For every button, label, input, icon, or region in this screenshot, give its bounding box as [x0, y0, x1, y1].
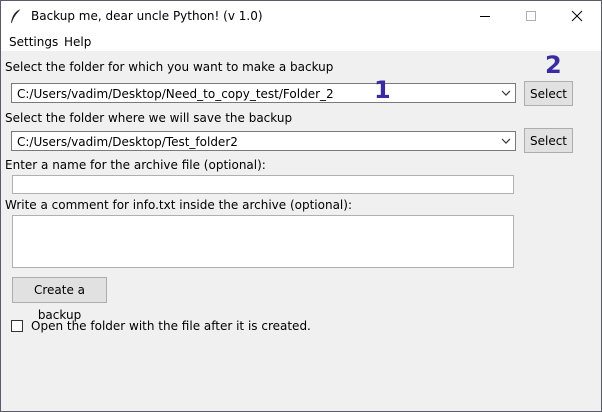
chevron-down-icon[interactable]: [501, 90, 511, 97]
archive-name-label: Enter a name for the archive file (optio…: [5, 158, 266, 172]
menu-settings[interactable]: Settings: [9, 35, 58, 49]
menu-bar: Settings Help: [1, 31, 601, 51]
destination-select-button[interactable]: Select: [524, 128, 573, 153]
minimize-button[interactable]: [462, 1, 508, 31]
maximize-button[interactable]: [508, 1, 554, 31]
maximize-icon: [526, 11, 536, 21]
menu-help[interactable]: Help: [64, 35, 91, 49]
comment-textarea[interactable]: [12, 215, 514, 268]
comment-label: Write a comment for info.txt inside the …: [5, 198, 352, 212]
archive-name-input[interactable]: [12, 175, 514, 194]
destination-folder-value: C:/Users/vadim/Desktop/Test_folder2: [17, 135, 238, 149]
destination-folder-combobox[interactable]: C:/Users/vadim/Desktop/Test_folder2: [11, 131, 516, 151]
annotation-number-1: 1: [374, 76, 391, 104]
window-title: Backup me, dear uncle Python! (v 1.0): [31, 9, 263, 23]
source-folder-label: Select the folder for which you want to …: [5, 60, 334, 74]
create-backup-button[interactable]: Create a backup: [12, 277, 107, 322]
chevron-down-icon[interactable]: [501, 138, 511, 145]
annotation-number-2: 2: [545, 51, 562, 79]
app-window: Backup me, dear uncle Python! (v 1.0) Se…: [0, 0, 602, 412]
source-select-button[interactable]: Select: [524, 81, 573, 106]
feather-icon: [11, 8, 22, 24]
open-folder-label: Open the folder with the file after it i…: [31, 319, 311, 333]
title-bar: Backup me, dear uncle Python! (v 1.0): [1, 1, 601, 31]
open-folder-checkbox[interactable]: [11, 320, 23, 332]
source-folder-value: C:/Users/vadim/Desktop/Need_to_copy_test…: [17, 87, 334, 101]
close-icon: [571, 10, 583, 22]
minimize-icon: [480, 16, 490, 17]
close-button[interactable]: [554, 1, 600, 31]
source-folder-combobox[interactable]: C:/Users/vadim/Desktop/Need_to_copy_test…: [11, 83, 516, 103]
destination-folder-label: Select the folder where we will save the…: [5, 111, 293, 125]
